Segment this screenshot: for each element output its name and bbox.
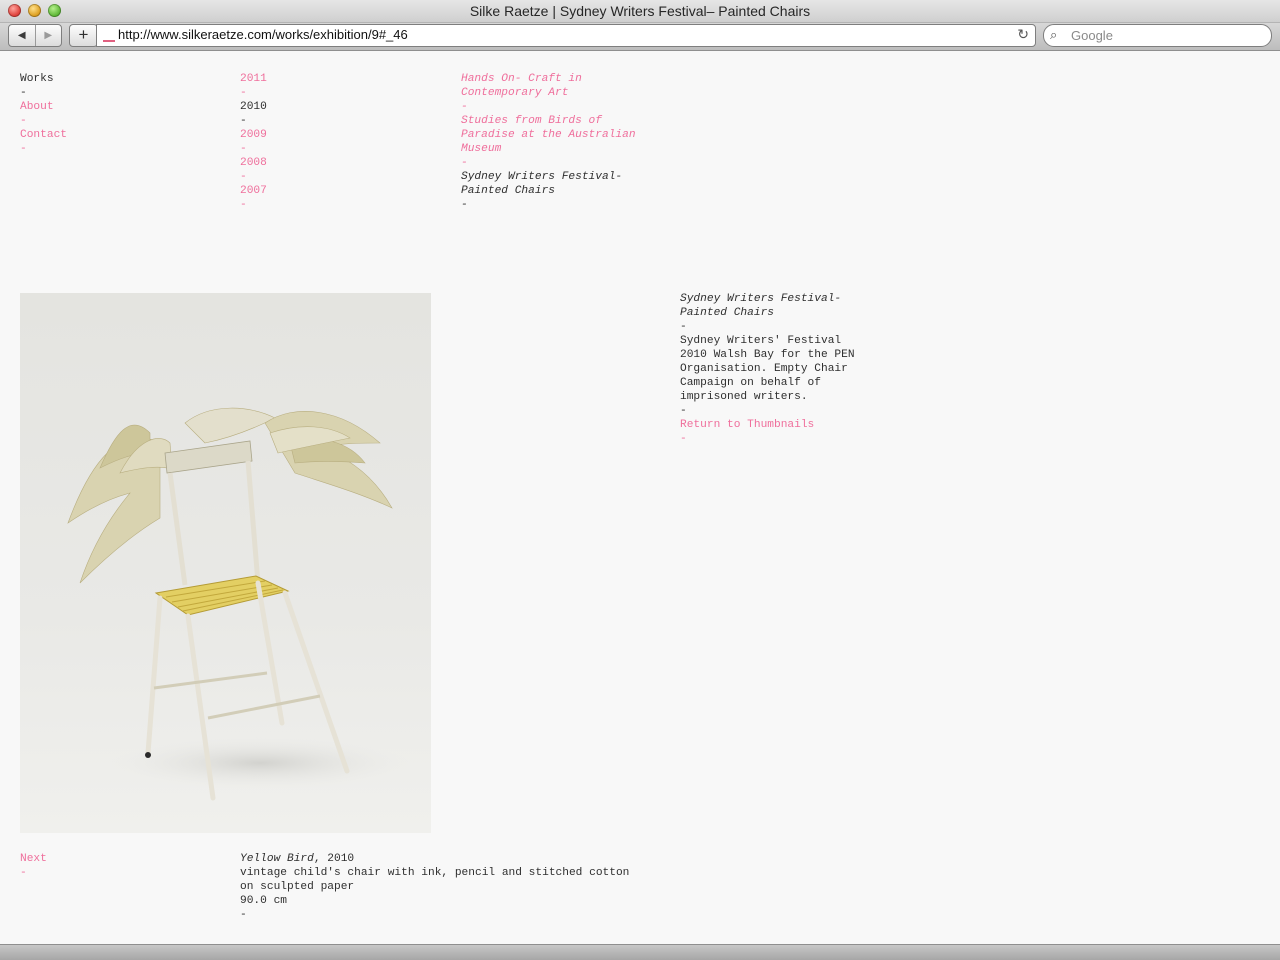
description-text: Sydney Writers' Festival — [680, 335, 842, 347]
search-icon: ⌕ — [1050, 27, 1058, 42]
year-link-2008[interactable]: 2008 — [240, 156, 267, 170]
nav-item-contact[interactable]: Contact — [20, 128, 67, 142]
address-url[interactable]: http://www.silkeraetze.com/works/exhibit… — [118, 27, 408, 42]
exhibition-title-line[interactable]: Paradise at the Australian — [461, 128, 636, 142]
exhibition-description: Sydney Writers Festival- Painted Chairs … — [680, 292, 855, 446]
description-text: imprisoned writers. — [680, 391, 808, 403]
artwork-caption: Yellow Bird, 2010 vintage child's chair … — [240, 852, 629, 922]
exhibition-link-painted-chairs[interactable]: Sydney Writers Festival- Painted Chairs — [461, 170, 636, 198]
pager: Next - — [20, 852, 47, 880]
description-text: Campaign on behalf of — [680, 377, 821, 389]
exhibition-separator: - — [461, 101, 468, 113]
nav-separator: - — [20, 115, 27, 127]
reload-icon[interactable]: ↻ — [1017, 26, 1029, 43]
year-separator: - — [240, 143, 247, 155]
site-favicon-icon — [103, 40, 115, 42]
window-titlebar: Silke Raetze | Sydney Writers Festival– … — [0, 0, 1280, 23]
exhibition-link-birds-of-paradise[interactable]: Studies from Birds of Paradise at the Au… — [461, 114, 636, 156]
exhibition-title-line[interactable]: Sydney Writers Festival- — [461, 170, 636, 184]
description-separator: - — [680, 433, 687, 445]
browser-toolbar: ◀ ▶ + http://www.silkeraetze.com/works/e… — [0, 23, 1280, 51]
forward-button[interactable]: ▶ — [34, 25, 62, 46]
return-to-thumbnails-link[interactable]: Return to Thumbnails — [680, 418, 855, 432]
exhibition-link-hands-on[interactable]: Hands On- Craft in Contemporary Art — [461, 72, 636, 100]
year-separator: - — [240, 115, 247, 127]
nav-separator: - — [20, 87, 27, 99]
year-nav: 2011 - 2010 - 2009 - 2008 - 2007 - — [240, 72, 267, 212]
search-placeholder[interactable]: Google — [1071, 28, 1113, 43]
back-button[interactable]: ◀ — [9, 25, 35, 46]
window-bottom-bar — [0, 944, 1280, 960]
search-field[interactable]: ⌕ Google — [1043, 24, 1272, 47]
year-separator: - — [240, 199, 247, 211]
year-link-2007[interactable]: 2007 — [240, 184, 267, 198]
nav-separator: - — [20, 143, 27, 155]
nav-item-works[interactable]: Works — [20, 72, 67, 86]
year-link-2009[interactable]: 2009 — [240, 128, 267, 142]
description-text: Organisation. Empty Chair — [680, 363, 848, 375]
exhibition-title-line[interactable]: Studies from Birds of — [461, 114, 636, 128]
back-icon: ◀ — [17, 30, 26, 41]
artwork-size: 90.0 cm — [240, 895, 287, 907]
exhibition-title-line[interactable]: Museum — [461, 142, 636, 156]
plus-icon: + — [78, 25, 89, 44]
nav-item-about[interactable]: About — [20, 100, 67, 114]
history-buttons: ◀ ▶ — [8, 24, 62, 47]
forward-icon: ▶ — [44, 30, 53, 41]
window-title: Silke Raetze | Sydney Writers Festival– … — [469, 3, 811, 19]
exhibition-separator: - — [461, 157, 468, 169]
exhibition-title-line[interactable]: Hands On- Craft in — [461, 72, 636, 86]
description-title: Painted Chairs — [680, 307, 774, 319]
caption-separator: - — [240, 909, 247, 921]
year-separator: - — [240, 87, 247, 99]
chair-photo-illustration — [20, 293, 431, 833]
address-bar[interactable]: http://www.silkeraetze.com/works/exhibit… — [96, 24, 1036, 47]
description-title: Sydney Writers Festival- — [680, 293, 842, 305]
artwork-image[interactable] — [20, 293, 431, 833]
description-separator: - — [680, 321, 687, 333]
artwork-title: Yellow Bird — [240, 853, 314, 865]
artwork-medium: vintage child's chair with ink, pencil a… — [240, 867, 630, 879]
exhibition-title-line[interactable]: Painted Chairs — [461, 184, 636, 198]
artwork-medium: on sculpted paper — [240, 881, 355, 893]
pager-separator: - — [20, 867, 27, 879]
exhibition-nav: Hands On- Craft in Contemporary Art - St… — [461, 72, 636, 212]
year-link-2011[interactable]: 2011 — [240, 72, 267, 86]
description-separator: - — [680, 405, 687, 417]
description-text: 2010 Walsh Bay for the PEN — [680, 349, 855, 361]
year-link-2010[interactable]: 2010 — [240, 100, 267, 114]
exhibition-title-line[interactable]: Contemporary Art — [461, 86, 636, 100]
next-link[interactable]: Next — [20, 852, 47, 866]
main-nav: Works - About - Contact - — [20, 72, 67, 156]
artwork-year: , 2010 — [313, 853, 355, 865]
add-bookmark-button[interactable]: + — [69, 24, 98, 47]
year-separator: - — [240, 171, 247, 183]
exhibition-separator: - — [461, 199, 468, 211]
